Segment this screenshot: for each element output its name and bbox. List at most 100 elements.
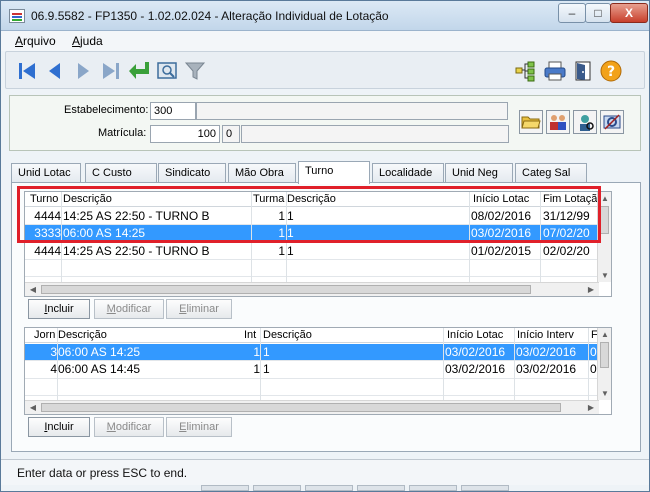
menu-arquivo[interactable]: Arquivo	[15, 34, 56, 48]
status-panel	[201, 485, 249, 491]
scroll-right-icon[interactable]: ▶	[584, 285, 598, 294]
scroll-thumb[interactable]	[600, 206, 609, 234]
scroll-thumb[interactable]	[41, 285, 531, 294]
col-descricao[interactable]: Descrição	[58, 329, 107, 341]
preview-icon[interactable]	[154, 58, 180, 84]
matricula-digit: 0	[222, 125, 240, 143]
cell-turno: 4444	[34, 244, 61, 258]
col-inicio-interv[interactable]: Início Interv	[517, 329, 574, 341]
incluir-jornada-button[interactable]: Incluir	[28, 417, 90, 437]
confirm-enter-icon[interactable]	[126, 58, 152, 84]
turno-grid-header: Turno Descrição Turma Descrição Início L…	[25, 192, 611, 207]
tab-mao-obra[interactable]: Mão Obra	[228, 163, 296, 183]
tab-unid-lotac[interactable]: Unid Lotac	[11, 163, 81, 183]
cell-descricao: 06:00 AS 14:25	[63, 226, 146, 240]
eliminar-button[interactable]: Eliminar	[166, 299, 232, 319]
help-icon[interactable]: ?	[598, 58, 624, 84]
user-search-icon[interactable]	[573, 110, 597, 134]
open-folder-icon[interactable]	[519, 110, 543, 134]
scroll-thumb[interactable]	[41, 403, 561, 412]
app-icon	[9, 9, 25, 23]
scroll-down-icon[interactable]: ▼	[598, 271, 611, 280]
horizontal-scrollbar[interactable]: ◀ ▶	[25, 282, 599, 296]
scroll-up-icon[interactable]: ▲	[598, 194, 611, 203]
tab-c-custo[interactable]: C Custo	[85, 163, 157, 183]
turno-tab-panel: Turno Descrição Turma Descrição Início L…	[11, 182, 641, 452]
last-record-icon[interactable]	[98, 58, 124, 84]
col-divider	[61, 192, 62, 296]
previous-record-icon[interactable]	[42, 58, 68, 84]
table-row[interactable]: 4 06:00 AS 14:45 1 1 03/02/2016 03/02/20…	[25, 361, 611, 377]
settings-icon[interactable]	[600, 110, 624, 134]
header-panel: Estabelecimento: 300 Matrícula: 100 0	[9, 95, 641, 151]
close-button[interactable]: X	[610, 3, 648, 23]
toolbar: ?	[5, 51, 645, 89]
vertical-scrollbar[interactable]: ▲ ▼	[597, 192, 611, 282]
table-row[interactable]: 4444 14:25 AS 22:50 - TURNO B 1 1 08/02/…	[25, 208, 611, 224]
col-descricao-turma[interactable]: Descrição	[287, 193, 336, 205]
tab-turno[interactable]: Turno	[298, 161, 370, 184]
row-divider	[25, 360, 611, 361]
filter-icon[interactable]	[182, 58, 208, 84]
menu-ajuda[interactable]: Ajuda	[72, 34, 103, 48]
eliminar-jornada-button[interactable]: Eliminar	[166, 417, 232, 437]
table-row[interactable]: 4444 14:25 AS 22:50 - TURNO B 1 1 01/02/…	[25, 243, 611, 259]
modificar-jornada-button[interactable]: Modificar	[94, 417, 164, 437]
col-descricao[interactable]: Descrição	[63, 193, 112, 205]
col-turno[interactable]: Turno	[30, 193, 58, 205]
cell-turno: 4444	[34, 209, 61, 223]
scroll-left-icon[interactable]: ◀	[26, 285, 40, 294]
vertical-scrollbar[interactable]: ▲ ▼	[597, 328, 611, 400]
matricula-input[interactable]: 100	[150, 125, 220, 143]
tree-icon[interactable]	[512, 58, 538, 84]
scroll-right-icon[interactable]: ▶	[584, 403, 598, 412]
status-panel	[253, 485, 301, 491]
row-divider	[25, 242, 611, 243]
scroll-left-icon[interactable]: ◀	[26, 403, 40, 412]
tab-sindicato[interactable]: Sindicato	[158, 163, 226, 183]
horizontal-scrollbar[interactable]: ◀ ▶	[25, 400, 599, 414]
tab-categ-sal[interactable]: Categ Sal	[515, 163, 587, 183]
modificar-button[interactable]: Modificar	[94, 299, 164, 319]
modificar-mnemonic: M	[106, 421, 116, 433]
cell-descricao-int: 1	[263, 362, 270, 376]
cell-descricao-turma: 1	[287, 226, 294, 240]
col-inicio-lotac[interactable]: Início Lotac	[473, 193, 529, 205]
cell-inicio-lotac: 03/02/2016	[445, 362, 506, 376]
status-panel	[357, 485, 405, 491]
col-turma[interactable]: Turma	[253, 193, 284, 205]
incluir-label: ncluir	[47, 421, 74, 433]
print-icon[interactable]	[542, 58, 568, 84]
col-jorn[interactable]: Jorn	[34, 329, 55, 341]
estabelecimento-input[interactable]: 300	[150, 102, 196, 120]
cell-turno: 3333	[34, 226, 61, 240]
col-divider	[251, 192, 252, 296]
tab-localidade[interactable]: Localidade	[372, 163, 444, 183]
minimize-button[interactable]: –	[558, 3, 586, 23]
matricula-name	[241, 125, 509, 143]
col-inicio-lotac[interactable]: Início Lotac	[447, 329, 503, 341]
col-fim-lotacao[interactable]: Fim Lotação	[543, 193, 604, 205]
maximize-button[interactable]: □	[585, 3, 611, 23]
exit-door-icon[interactable]	[570, 58, 596, 84]
col-descricao-int[interactable]: Descrição	[263, 329, 312, 341]
row-divider	[25, 395, 611, 396]
first-record-icon[interactable]	[14, 58, 40, 84]
col-int[interactable]: Int	[244, 329, 256, 341]
scroll-down-icon[interactable]: ▼	[598, 389, 611, 398]
title-bar[interactable]: 06.9.5582 - FP1350 - 1.02.02.024 - Alter…	[1, 1, 649, 31]
incluir-button[interactable]: Incluir	[28, 299, 90, 319]
users-icon[interactable]	[546, 110, 570, 134]
tab-strip: Unid Lotac C Custo Sindicato Mão Obra Tu…	[11, 161, 641, 184]
cell-jorn: 3	[50, 345, 57, 359]
cell-inicio-interv: 03/02/2016	[516, 362, 577, 376]
scroll-thumb[interactable]	[600, 342, 609, 368]
col-divider	[540, 192, 541, 296]
next-record-icon[interactable]	[70, 58, 96, 84]
table-row-selected[interactable]: 3333 06:00 AS 14:25 1 1 03/02/2016 07/02…	[25, 225, 611, 241]
table-row-selected[interactable]: 3 06:00 AS 14:25 1 1 03/02/2016 03/02/20…	[25, 344, 611, 360]
status-panel	[305, 485, 353, 491]
tab-unid-neg[interactable]: Unid Neg	[445, 163, 513, 183]
eliminar-label: liminar	[186, 303, 219, 315]
scroll-up-icon[interactable]: ▲	[598, 330, 611, 339]
